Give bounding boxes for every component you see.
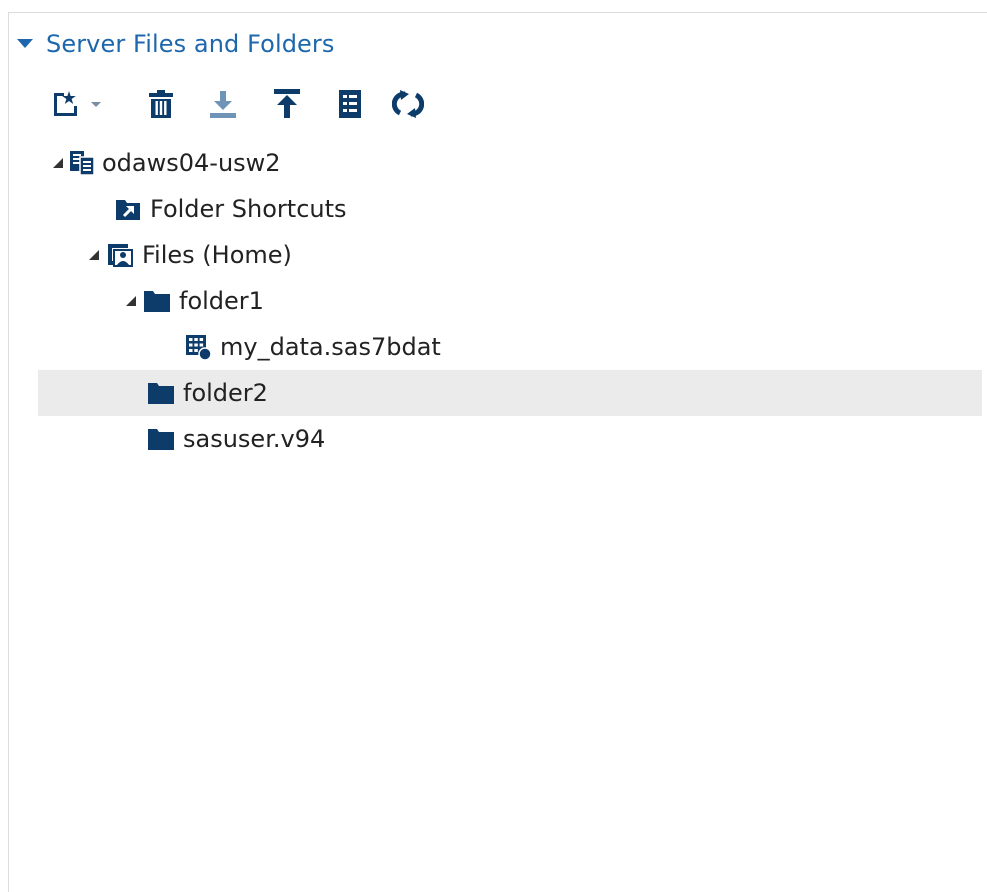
tree-node-sasuser[interactable]: sasuser.v94 (38, 416, 982, 462)
refresh-button[interactable] (392, 89, 424, 119)
tree-node-server[interactable]: odaws04-usw2 (38, 140, 982, 186)
tree-node-my-data[interactable]: my_data.sas7bdat (38, 324, 982, 370)
folder-icon (143, 287, 171, 315)
refresh-icon (392, 90, 424, 118)
tree-node-label: Files (Home) (142, 241, 292, 269)
folder-shortcut-icon (114, 195, 142, 223)
home-files-icon (106, 241, 134, 269)
download-icon (210, 91, 236, 118)
panel-header[interactable]: Server Files and Folders (16, 26, 334, 62)
expand-triangle-icon[interactable] (52, 157, 64, 169)
tree-node-label: sasuser.v94 (183, 425, 326, 453)
folder-icon (147, 425, 175, 453)
tree-node-label: folder1 (179, 287, 264, 315)
caret-down-icon[interactable] (16, 35, 34, 53)
properties-button[interactable] (338, 89, 362, 119)
tree-node-folder2[interactable]: folder2 (38, 370, 982, 416)
trash-icon (149, 90, 173, 118)
upload-button[interactable] (272, 88, 302, 120)
tree-node-folder1[interactable]: folder1 (38, 278, 982, 324)
tree-node-label: Folder Shortcuts (150, 195, 347, 223)
delete-button[interactable] (148, 89, 174, 119)
new-item-icon (54, 91, 101, 116)
folder-icon (147, 379, 175, 407)
expand-triangle-icon[interactable] (125, 295, 137, 307)
tree-node-label: folder2 (183, 379, 268, 407)
new-item-button[interactable] (52, 88, 108, 120)
server-icon (68, 149, 96, 177)
panel-title: Server Files and Folders (46, 30, 335, 58)
expand-triangle-icon[interactable] (88, 249, 100, 261)
tree-node-label: my_data.sas7bdat (220, 333, 441, 361)
properties-icon (339, 90, 361, 118)
tree-node-label: odaws04-usw2 (102, 149, 281, 177)
dataset-icon (184, 333, 212, 361)
tree-node-folder-shortcuts[interactable]: Folder Shortcuts (38, 186, 982, 232)
tree-node-files-home[interactable]: Files (Home) (38, 232, 982, 278)
upload-icon (274, 89, 300, 118)
toolbar (52, 84, 424, 124)
download-button[interactable] (208, 89, 238, 119)
